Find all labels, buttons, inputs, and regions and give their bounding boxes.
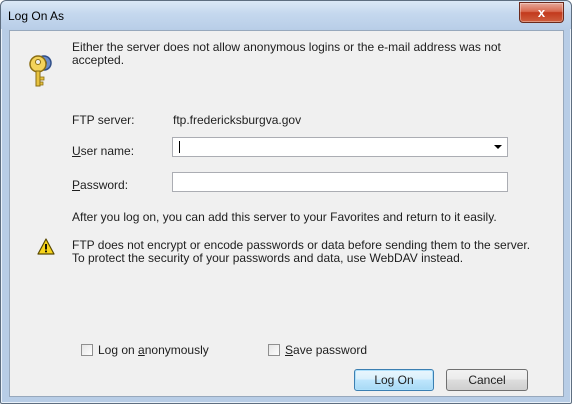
log-on-anonymously-checkbox[interactable] — [81, 344, 93, 356]
dialog-title: Log On As — [8, 9, 65, 23]
logon-error-message: Either the server does not allow anonymo… — [72, 40, 501, 67]
password-label: Password: — [72, 178, 129, 192]
close-icon: x — [537, 5, 546, 20]
security-warning-text: FTP does not encrypt or encode passwords… — [72, 238, 531, 265]
ftp-server-label: FTP server: — [72, 113, 135, 127]
ftp-server-value: ftp.fredericksburgva.gov — [173, 113, 302, 127]
save-password-label[interactable]: Save password — [285, 343, 367, 357]
close-button[interactable]: x — [519, 2, 564, 23]
log-on-as-dialog: Log On As x Either the server does not a… — [0, 0, 572, 404]
log-on-anonymously-label[interactable]: Log on anonymously — [98, 343, 209, 357]
user-name-combobox[interactable] — [172, 137, 508, 157]
log-on-button[interactable]: Log On — [354, 369, 434, 391]
user-name-label: User name: — [72, 144, 135, 158]
dialog-body: Either the server does not allow anonymo… — [9, 30, 564, 397]
chevron-down-icon[interactable] — [494, 145, 502, 149]
save-password-checkbox[interactable] — [268, 344, 280, 356]
title-bar[interactable]: Log On As x — [1, 1, 571, 29]
warning-icon — [37, 238, 55, 255]
cancel-button[interactable]: Cancel — [446, 369, 528, 391]
password-field[interactable] — [172, 172, 508, 192]
keys-icon — [29, 55, 52, 87]
favorites-info-text: After you log on, you can add this serve… — [72, 210, 497, 224]
text-cursor — [179, 141, 180, 153]
